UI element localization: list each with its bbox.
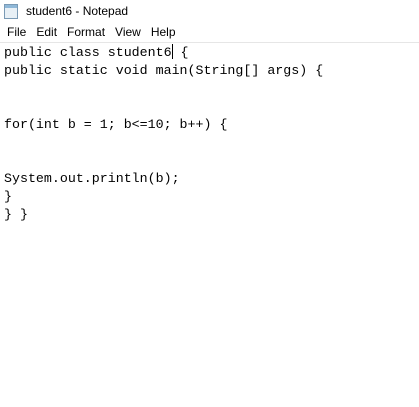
menu-bar: File Edit Format View Help bbox=[0, 22, 419, 42]
menu-help[interactable]: Help bbox=[147, 25, 182, 39]
line-10: } } bbox=[4, 207, 28, 222]
line-9: } bbox=[4, 189, 12, 204]
menu-format[interactable]: Format bbox=[63, 25, 111, 39]
title-bar: student6 - Notepad bbox=[0, 0, 419, 22]
line-1: public class student6 { bbox=[4, 44, 419, 62]
menu-file[interactable]: File bbox=[3, 25, 32, 39]
line-7 bbox=[4, 152, 419, 170]
window-title: student6 - Notepad bbox=[26, 4, 129, 18]
notepad-icon bbox=[4, 3, 18, 19]
line-5: for(int b = 1; b<=10; b++) { bbox=[4, 117, 228, 132]
text-editor[interactable]: public class student6 {public static voi… bbox=[0, 42, 419, 224]
line-2: public static void main(String[] args) { bbox=[4, 63, 324, 78]
menu-edit[interactable]: Edit bbox=[32, 25, 63, 39]
line-6 bbox=[4, 134, 419, 152]
line-4 bbox=[4, 98, 419, 116]
line-1-text: public class student6 bbox=[4, 45, 172, 60]
line-3 bbox=[4, 80, 419, 98]
line-1-rest: { bbox=[172, 45, 189, 60]
line-8: System.out.println(b); bbox=[4, 171, 180, 186]
menu-view[interactable]: View bbox=[111, 25, 147, 39]
